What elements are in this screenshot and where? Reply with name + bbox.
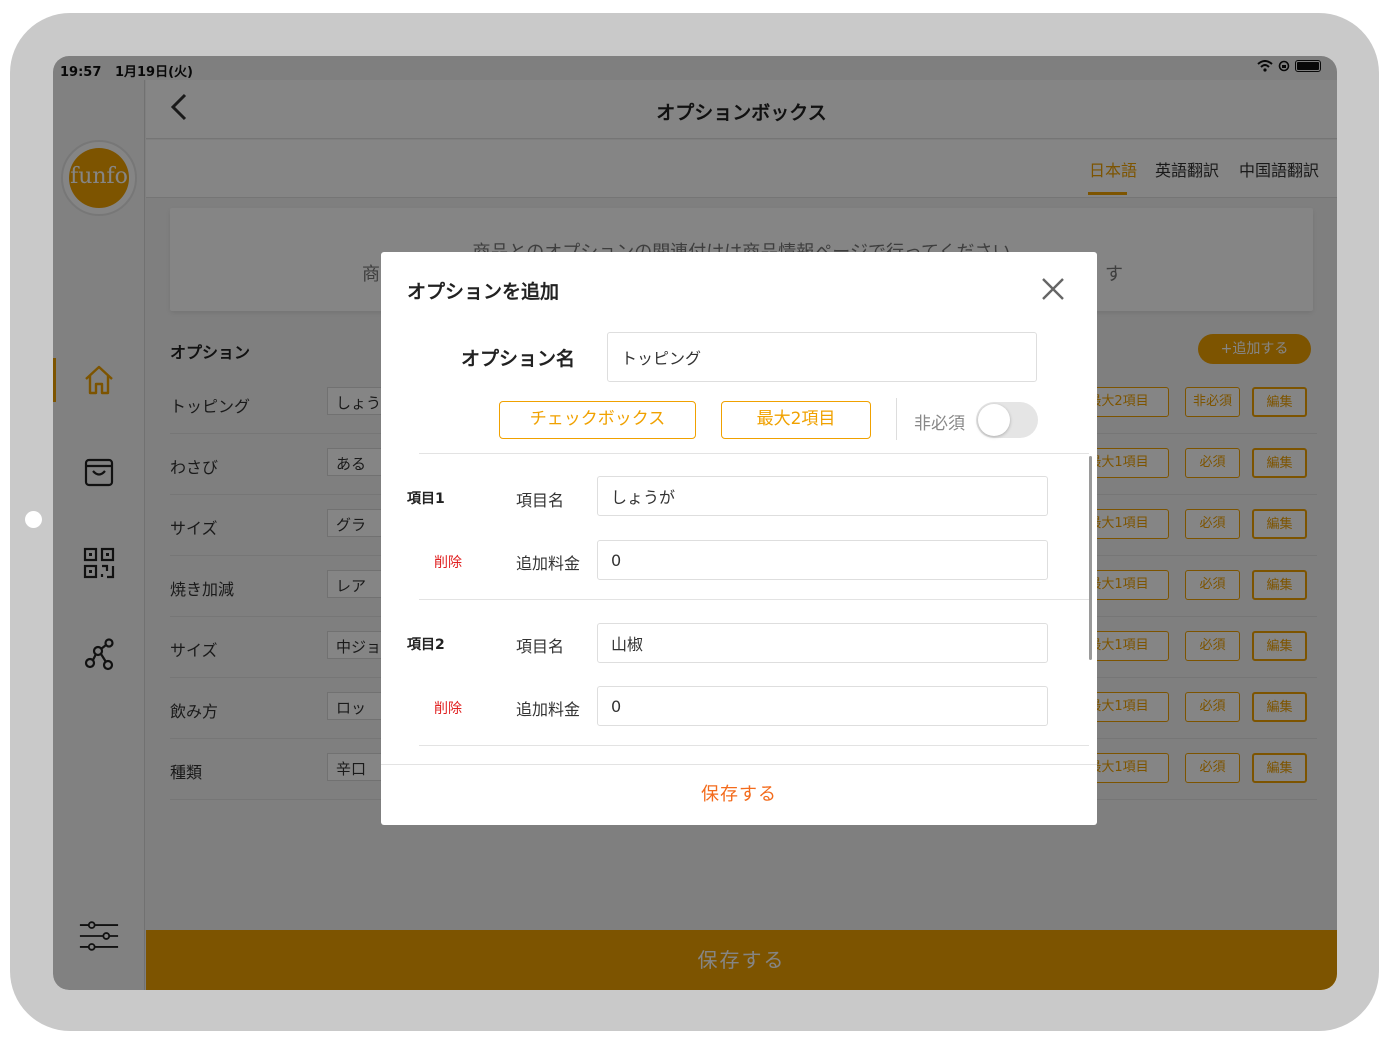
item-name-label: 項目名 <box>516 637 565 656</box>
divider <box>896 398 897 440</box>
price-label: 追加料金 <box>516 554 581 573</box>
toggle-knob <box>978 404 1010 436</box>
dialog-save-button[interactable]: 保存する <box>381 765 1097 825</box>
delete-item-button[interactable]: 削除 <box>434 552 462 572</box>
price-input[interactable] <box>597 686 1048 726</box>
add-option-dialog: オプションを追加 オプション名 チェックボックス 最大2項目 非必須 項目1 項… <box>381 252 1097 825</box>
required-toggle[interactable] <box>976 402 1038 438</box>
price-label: 追加料金 <box>516 700 581 719</box>
option-name-label: オプション名 <box>461 348 576 370</box>
price-input[interactable] <box>597 540 1048 580</box>
dialog-title: オプションを追加 <box>407 281 560 303</box>
required-label: 非必須 <box>914 414 965 434</box>
divider <box>419 599 1089 600</box>
type-select-button[interactable]: チェックボックス <box>499 401 696 439</box>
delete-item-button[interactable]: 削除 <box>434 698 462 718</box>
item-name-input[interactable] <box>597 623 1048 663</box>
divider <box>419 745 1089 746</box>
option-name-input[interactable] <box>607 332 1037 382</box>
max-items-button[interactable]: 最大2項目 <box>721 401 871 439</box>
scrollbar[interactable] <box>1089 456 1092 660</box>
camera-dot <box>25 511 42 528</box>
item-number: 項目2 <box>407 637 445 653</box>
item-name-label: 項目名 <box>516 491 565 510</box>
item-number: 項目1 <box>407 491 445 507</box>
divider <box>419 453 1089 454</box>
close-icon[interactable] <box>1038 274 1068 304</box>
item-name-input[interactable] <box>597 476 1048 516</box>
